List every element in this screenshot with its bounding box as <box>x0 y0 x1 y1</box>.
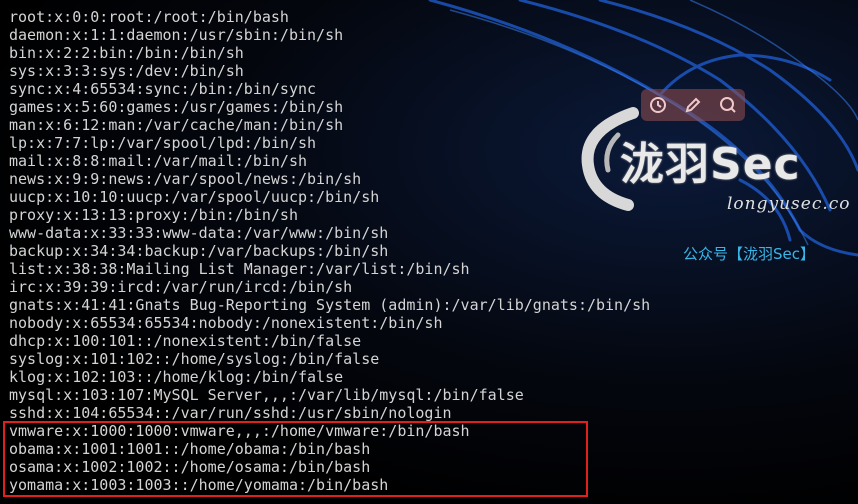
terminal-window[interactable]: root:x:0:0:root:/root:/bin/bash daemon:x:… <box>0 0 858 504</box>
terminal-line: lp:x:7:7:lp:/var/spool/lpd:/bin/sh <box>9 134 317 152</box>
terminal-line: root:x:0:0:root:/root:/bin/bash <box>9 8 289 26</box>
terminal-line: backup:x:34:34:backup:/var/backups:/bin/… <box>9 242 389 260</box>
terminal-line: irc:x:39:39:ircd:/var/run/ircd:/bin/sh <box>9 278 353 296</box>
watermark-domain: longyusec.co <box>727 194 851 214</box>
terminal-line: bin:x:2:2:bin:/bin:/bin/sh <box>9 44 244 62</box>
user-accounts-highlight <box>3 421 588 497</box>
terminal-line: www-data:x:33:33:www-data:/var/www:/bin/… <box>9 224 389 242</box>
search-icon[interactable] <box>718 95 738 115</box>
watermark-toolbar[interactable] <box>641 89 745 121</box>
terminal-line: news:x:9:9:news:/var/spool/news:/bin/sh <box>9 170 362 188</box>
terminal-line: man:x:6:12:man:/var/cache/man:/bin/sh <box>9 116 344 134</box>
terminal-line: syslog:x:101:102::/home/syslog:/bin/fals… <box>9 350 380 368</box>
terminal-line: proxy:x:13:13:proxy:/bin:/bin/sh <box>9 206 298 224</box>
watermark-wechat-label: 公众号【泷羽Sec】 <box>683 245 815 263</box>
terminal-line: dhcp:x:100:101::/nonexistent:/bin/false <box>9 332 362 350</box>
terminal-line: sshd:x:104:65534::/var/run/sshd:/usr/sbi… <box>9 404 452 422</box>
terminal-line: list:x:38:38:Mailing List Manager:/var/l… <box>9 260 470 278</box>
clock-icon[interactable] <box>648 95 668 115</box>
terminal-line: daemon:x:1:1:daemon:/usr/sbin:/bin/sh <box>9 26 344 44</box>
terminal-line: mail:x:8:8:mail:/var/mail:/bin/sh <box>9 152 308 170</box>
terminal-line: uucp:x:10:10:uucp:/var/spool/uucp:/bin/s… <box>9 188 380 206</box>
terminal-line: klog:x:102:103::/home/klog:/bin/false <box>9 368 344 386</box>
terminal-line: nobody:x:65534:65534:nobody:/nonexistent… <box>9 314 443 332</box>
watermark-title: 泷羽Sec <box>620 139 801 190</box>
terminal-line: mysql:x:103:107:MySQL Server,,,:/var/lib… <box>9 386 524 404</box>
terminal-line: sync:x:4:65534:sync:/bin:/bin/sync <box>9 80 317 98</box>
edit-icon[interactable] <box>683 95 703 115</box>
terminal-line: sys:x:3:3:sys:/dev:/bin/sh <box>9 62 244 80</box>
terminal-line: games:x:5:60:games:/usr/games:/bin/sh <box>9 98 344 116</box>
terminal-line: gnats:x:41:41:Gnats Bug-Reporting System… <box>9 296 651 314</box>
